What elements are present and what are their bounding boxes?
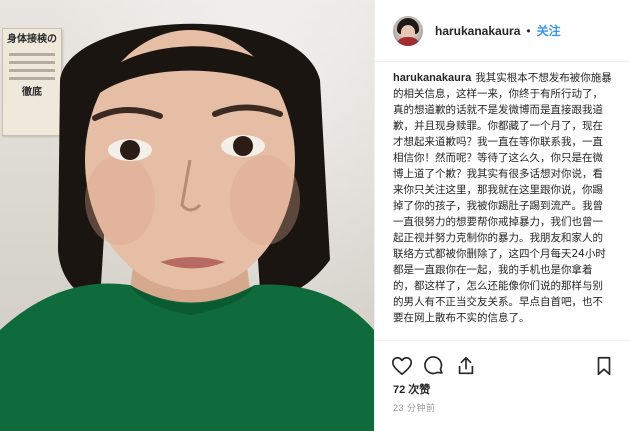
portrait-person — [0, 23, 374, 431]
post-header: harukanakaura • 关注 — [375, 0, 630, 62]
post-photo: 身体接検の 徹底 — [0, 0, 374, 431]
post-caption: harukanakaura 我其实根本不想发布被你施暴的相关信息，这样一来，你终于… — [393, 70, 613, 326]
bookmark-icon[interactable] — [593, 355, 615, 377]
separator-dot: • — [526, 23, 531, 38]
username-link[interactable]: harukanakaura — [435, 24, 520, 38]
likes-count[interactable]: 72 次赞 — [393, 381, 430, 397]
follow-button[interactable]: 关注 — [537, 22, 561, 39]
post-timestamp[interactable]: 23 分钟前 — [393, 401, 436, 414]
heart-icon[interactable] — [391, 355, 413, 377]
post-details-panel: harukanakaura • 关注 harukanakaura 我其实根本不想发… — [374, 0, 630, 431]
share-icon[interactable] — [455, 355, 477, 377]
avatar[interactable] — [393, 15, 423, 46]
comment-icon[interactable] — [423, 355, 445, 377]
caption-username[interactable]: harukanakaura — [393, 72, 471, 84]
caption-text: 我其实根本不想发布被你施暴的相关信息，这样一来，你终于有所行动了，真的想道歉的话… — [393, 72, 612, 324]
